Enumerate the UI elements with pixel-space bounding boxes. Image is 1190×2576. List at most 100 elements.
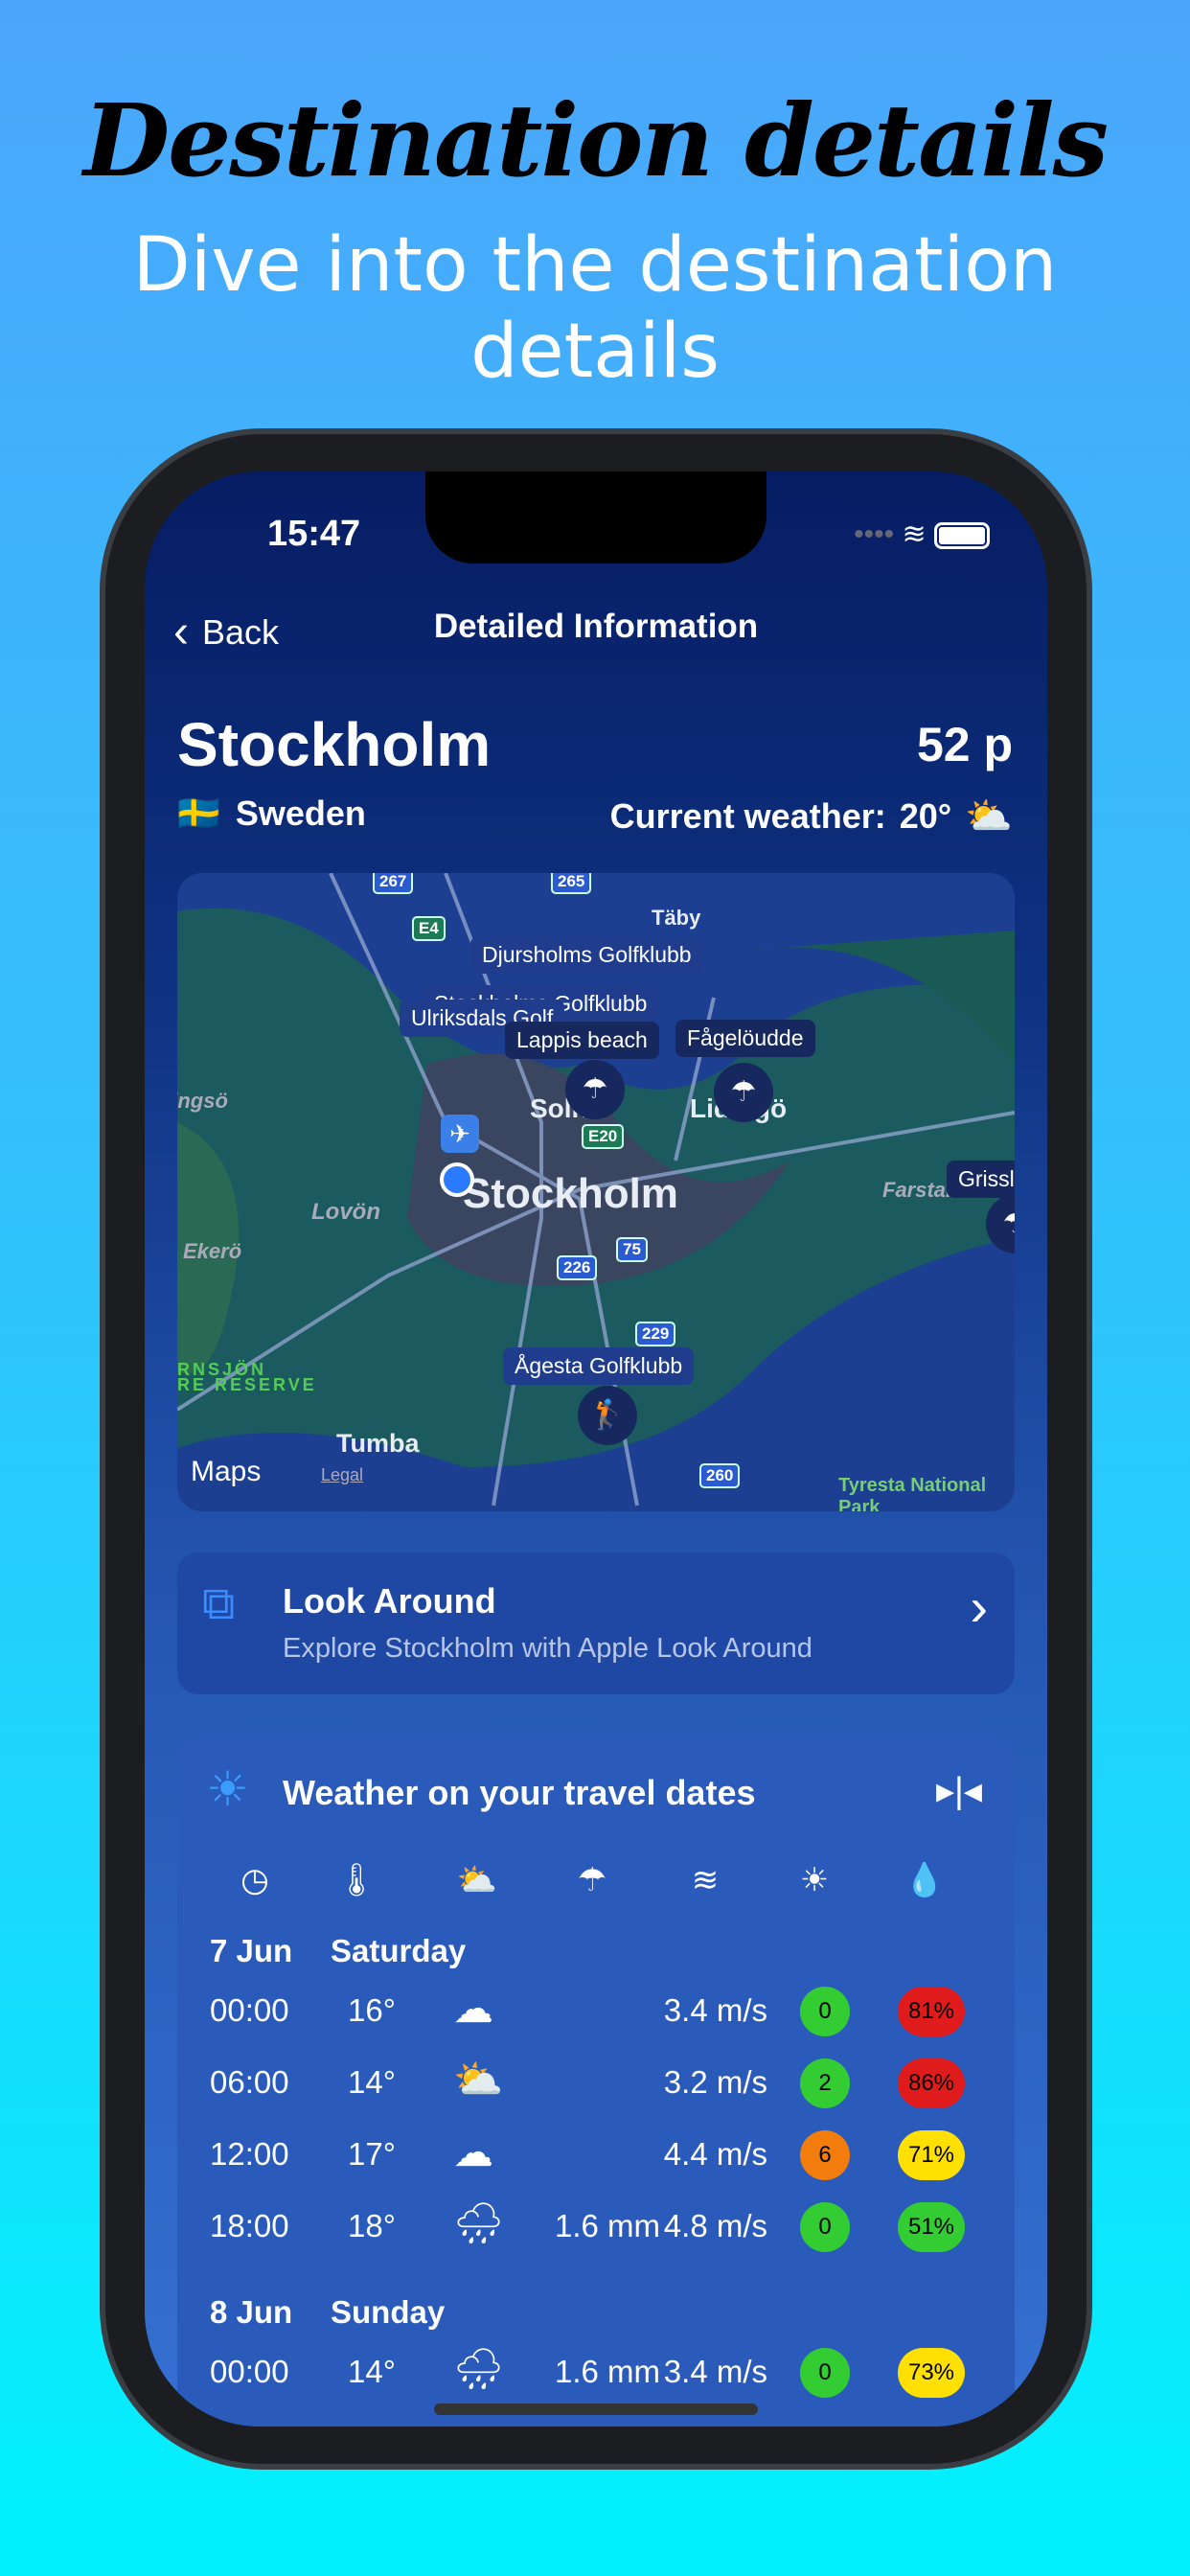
wifi-icon: ≋ [902, 518, 927, 550]
uv-badge: 0 [800, 1987, 850, 2036]
map-pin-label[interactable]: Grissl [947, 1161, 1015, 1198]
humidity-badge: 71% [898, 2130, 965, 2180]
row-time: 12:00 [210, 2136, 289, 2172]
uv-badge: 0 [800, 2202, 850, 2252]
golfer-pin-icon[interactable]: 🏌 [578, 1386, 637, 1445]
map-pin-label[interactable]: Fågelöudde [675, 1020, 815, 1057]
collapse-toggle-icon[interactable]: ▸|◂ [936, 1769, 982, 1812]
map-place-label: Täby [652, 906, 701, 930]
rain-icon: 🌧 [453, 2200, 505, 2245]
humidity-badge: 51% [898, 2202, 965, 2252]
road-shield: 226 [557, 1255, 598, 1280]
cloud-icon: ☁ [453, 2129, 493, 2174]
road-shield: 267 [373, 873, 414, 894]
look-around-card[interactable]: ⧉ Look Around Explore Stockholm with App… [177, 1552, 1015, 1694]
cloud-rain-icon: ☂ [577, 1862, 607, 1898]
legal-link[interactable]: Legal [321, 1465, 363, 1485]
road-shield: 260 [699, 1463, 741, 1488]
humidity-badge: 86% [898, 2058, 965, 2108]
airport-icon: ✈ [441, 1115, 479, 1153]
current-temp: 20° [899, 795, 952, 836]
weather-row: 18:00 18° 🌧 1.6 mm 4.8 m/s 0 51% [177, 2198, 1015, 2256]
day-header: 8 Jun Sunday [177, 2285, 1015, 2342]
partly-sunny-icon: ⛅ [965, 795, 1013, 838]
road-shield: 229 [635, 1322, 676, 1346]
row-wind: 3.4 m/s [663, 2354, 767, 2389]
uv-badge: 6 [800, 2130, 850, 2180]
row-temp: 14° [348, 2064, 396, 2100]
row-wind: 3.4 m/s [663, 1992, 767, 2028]
binoculars-icon: ⧉ [202, 1578, 236, 1629]
map-park-label: Tyresta National Park [838, 1475, 987, 1511]
weather-row: 06:00 14° ⛅ 3.2 m/s 2 86% [177, 2055, 1015, 2112]
map-pin-label[interactable]: Djursholms Golfklubb [470, 936, 703, 974]
uv-badge: 0 [800, 2348, 850, 2398]
day-date: 8 Jun [210, 2294, 293, 2330]
wind-icon: ≋ [691, 1862, 720, 1898]
home-indicator [434, 2404, 758, 2415]
umbrella-pin-icon[interactable]: ☂ [565, 1060, 625, 1119]
humidity-drop-icon: 💧 [904, 1862, 946, 1898]
map-place-label: Färingsö [177, 1089, 228, 1113]
map-city-label: Stockholm [463, 1170, 678, 1217]
sun-icon: ☀ [206, 1762, 249, 1816]
partly-sunny-icon: ⛅ [456, 1862, 498, 1898]
road-shield: E20 [582, 1124, 625, 1149]
road-shield: E4 [412, 916, 446, 941]
row-temp: 18° [348, 2208, 396, 2243]
row-temp: 14° [348, 2354, 396, 2389]
uv-sun-icon: ☀ [799, 1862, 830, 1898]
weather-title: Weather on your travel dates [283, 1773, 756, 1812]
row-wind: 3.2 m/s [663, 2064, 767, 2100]
row-wind: 4.8 m/s [663, 2208, 767, 2243]
row-time: 18:00 [210, 2208, 289, 2243]
cloud-icon: ☁ [453, 1986, 493, 2031]
promo-headline: Destination details [82, 81, 1109, 199]
row-temp: 17° [348, 2136, 396, 2172]
row-precip: 1.6 mm [554, 2354, 660, 2389]
battery-icon [934, 522, 990, 550]
current-weather: Current weather: 20° ⛅ [610, 794, 1013, 839]
map-view[interactable]: 267 265 E4 E20 75 226 229 260 Stockholm … [177, 873, 1015, 1511]
apple-maps-attribution: Maps [191, 1456, 262, 1487]
nav-title: Detailed Information [433, 608, 759, 645]
day-date: 7 Jun [210, 1933, 293, 1968]
look-around-title: Look Around [283, 1581, 496, 1621]
umbrella-pin-icon[interactable]: ☂ [714, 1063, 773, 1122]
current-weather-label: Current weather: [609, 795, 886, 836]
row-time: 06:00 [210, 2064, 289, 2100]
notch [425, 472, 767, 564]
day-header: 7 Jun Saturday [177, 1923, 1015, 1981]
promo-subline: Dive into the destination details [132, 222, 1058, 395]
flag-icon: 🇸🇪 [177, 794, 220, 833]
weather-row: 12:00 17° ☁ 4.4 m/s 6 71% [177, 2127, 1015, 2184]
country: 🇸🇪 Sweden [177, 794, 366, 834]
row-time: 00:00 [210, 2354, 289, 2389]
map-place-label: Lovön [311, 1199, 380, 1225]
status-time: 15:47 [267, 514, 361, 554]
signal-icon: •••• [854, 518, 895, 550]
map-pin-label[interactable]: Lappis beach [505, 1022, 659, 1059]
status-icons: •••• ≋ [854, 518, 990, 551]
weather-row: 00:00 14° 🌧 1.6 mm 3.4 m/s 0 73% [177, 2344, 1015, 2402]
clock-icon: ◷ [240, 1862, 269, 1898]
humidity-badge: 73% [898, 2348, 965, 2398]
points-value: 52 p [916, 718, 1013, 771]
rain-icon: 🌧 [453, 2346, 505, 2391]
map-place-label: Tumba [336, 1429, 420, 1458]
row-time: 00:00 [210, 1992, 289, 2028]
map-reserve-label: RE RESERVE [177, 1375, 317, 1394]
country-name: Sweden [235, 794, 366, 833]
row-temp: 16° [348, 1992, 396, 2028]
day-weekday: Sunday [331, 2294, 446, 2330]
weather-card: ☀ Weather on your travel dates ▸|◂ ◷ 🌡 ⛅… [177, 1736, 1015, 2426]
city-name: Stockholm [177, 710, 492, 779]
map-place-label: Ekerö [183, 1239, 242, 1263]
app-screen: 15:47 •••• ≋ ‹ Back Detailed Information … [145, 472, 1047, 2426]
look-around-subtitle: Explore Stockholm with Apple Look Around [283, 1633, 812, 1664]
row-precip: 1.6 mm [554, 2208, 660, 2243]
user-location-dot [440, 1162, 474, 1197]
map-pin-label[interactable]: Ågesta Golfklubb [503, 1347, 695, 1385]
weather-column-icons: ◷ 🌡 ⛅ ☂ ≋ ☀ 💧 [177, 1861, 1015, 1909]
row-wind: 4.4 m/s [663, 2136, 767, 2172]
